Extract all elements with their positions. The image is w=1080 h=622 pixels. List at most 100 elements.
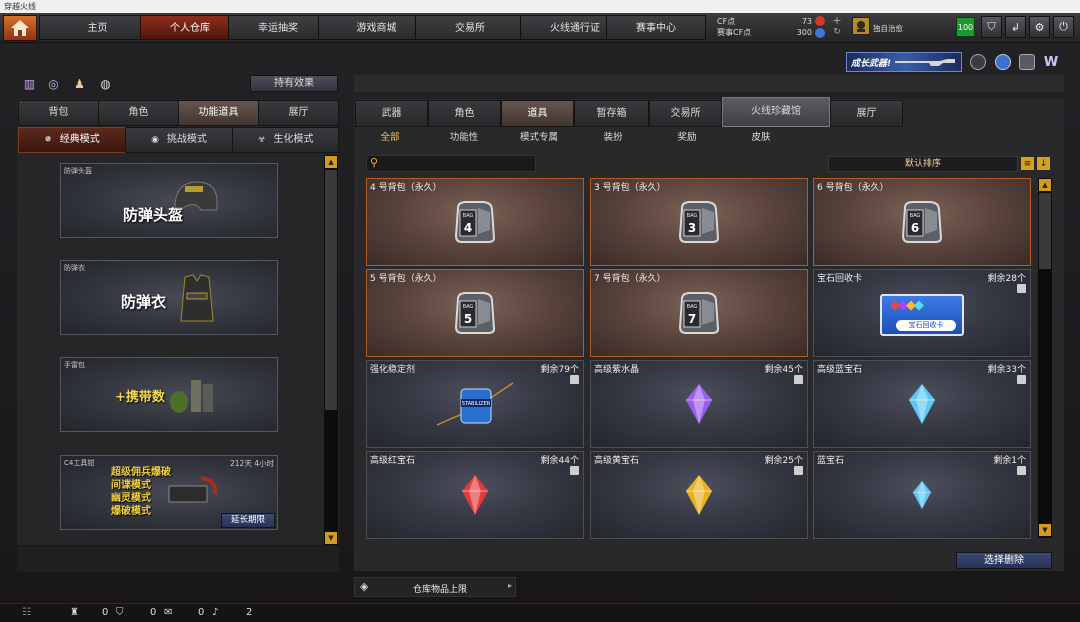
item-remaining: 剩余33个 [987, 365, 1026, 375]
tab-exchange[interactable]: 交易所 [415, 15, 525, 40]
growth-weapon-banner[interactable]: 成长武器! [846, 52, 962, 72]
item-grenade-pack[interactable]: 手雷包 +携带数 [60, 357, 278, 432]
status-bar: ☷ ♜ 0 ⛉ 0 ✉ 0 ♪ 2 [0, 603, 1080, 622]
badge-icon-3[interactable] [1019, 54, 1035, 70]
rank-icon [857, 21, 865, 32]
item-big-label: +携带数 [115, 390, 165, 405]
lock-icon[interactable] [1017, 284, 1026, 293]
right-tab-weapons[interactable]: 武器 [355, 100, 428, 127]
inventory-item-card[interactable]: 高级蓝宝石 剩余33个 [813, 360, 1031, 448]
inventory-item-card[interactable]: 3 号背包（永久） BAG 3 [590, 178, 808, 266]
list-icon[interactable]: ☷ [22, 607, 31, 618]
extend-button[interactable]: 延长期限 [221, 513, 275, 528]
mode-classic-label: 经典模式 [59, 134, 100, 145]
item-caption: 手雷包 [64, 361, 85, 369]
tab-home[interactable]: 主页 [39, 15, 156, 40]
select-delete-button[interactable]: 选择删除 [956, 552, 1052, 569]
username[interactable]: 独自治愈 [873, 23, 903, 34]
target-icon[interactable]: ◎ [46, 76, 61, 91]
lock-icon[interactable] [1017, 375, 1026, 384]
item-name: 7 号背包（永久） [594, 274, 666, 284]
badge-icon-4[interactable]: W [1043, 54, 1059, 70]
refresh-icon[interactable]: ↻ [832, 27, 842, 37]
svg-text:BAG: BAG [687, 213, 698, 219]
subtab-mode-exclusive[interactable]: 模式专属 [510, 128, 568, 148]
sort-select[interactable]: 默认排序 [828, 156, 1018, 172]
right-scroll-thumb[interactable] [1039, 193, 1051, 269]
inventory-item-card[interactable]: 5 号背包（永久） BAG 5 [366, 269, 584, 357]
item-helmet[interactable]: 防弹头盔 防弹头盔 [60, 163, 278, 238]
right-scroll-down-arrow[interactable]: ▼ [1039, 524, 1051, 536]
inventory-item-card[interactable]: 高级黄宝石 剩余25个 [590, 451, 808, 539]
badge-icon-1[interactable] [970, 54, 986, 70]
search-input[interactable] [383, 157, 531, 170]
grenade-icon [170, 380, 213, 413]
left-tab-function-items[interactable]: 功能道具 [178, 100, 259, 126]
inventory-item-card[interactable]: 高级红宝石 剩余44个 [366, 451, 584, 539]
add-cf-icon[interactable]: + [832, 14, 842, 27]
left-tab-backpack[interactable]: 背包 [18, 100, 99, 126]
badge-icon-2[interactable] [995, 54, 1011, 70]
lock-icon[interactable] [1017, 466, 1026, 475]
lock-icon[interactable] [794, 466, 803, 475]
item-c4-pliers[interactable]: C4工具钳 212天 4小时 超级佣兵爆破 间谍模式 幽灵模式 爆破模式 延长期… [60, 455, 278, 530]
vest-icon [180, 274, 214, 322]
stats-icon[interactable]: ▥ [22, 76, 37, 91]
right-tab-temp-box[interactable]: 暂存箱 [574, 100, 649, 127]
shield-button[interactable]: ⛉ [981, 16, 1002, 38]
avatar[interactable] [852, 17, 870, 35]
right-tab-collection[interactable]: 火线珍藏馆 [722, 97, 830, 127]
right-tab-exchange[interactable]: 交易所 [649, 100, 722, 127]
speaker-icon[interactable]: ♪ [212, 607, 218, 618]
inventory-item-card[interactable]: 蓝宝石 剩余1个 [813, 451, 1031, 539]
capacity-arrow-icon[interactable]: ▸ [508, 581, 512, 590]
bag-icon[interactable]: ◍ [98, 76, 113, 91]
chat-icon[interactable]: ✉ [164, 607, 172, 618]
bag-6-icon: BAG 6 [899, 200, 945, 248]
sort-direction-icon[interactable]: ↓ [1037, 157, 1050, 170]
mode-challenge[interactable]: ◉ 挑战模式 [125, 127, 233, 153]
item-name: 蓝宝石 [817, 456, 845, 466]
subtab-skin[interactable]: 皮肤 [735, 128, 787, 148]
list-view-icon[interactable]: ≡ [1021, 157, 1034, 170]
item-name: 6 号背包（永久） [817, 183, 889, 193]
capacity-bar: ◈ 仓库物品上限 ▸ [354, 577, 516, 597]
lock-icon[interactable] [794, 375, 803, 384]
right-tab-character[interactable]: 角色 [428, 100, 501, 127]
character-icon[interactable]: ♟ [72, 76, 87, 91]
subtab-functional[interactable]: 功能性 [438, 128, 490, 148]
settings-button[interactable]: ⚙ [1029, 16, 1050, 38]
inventory-item-card[interactable]: 高级紫水晶 剩余45个 [590, 360, 808, 448]
svg-text:BAG: BAG [463, 213, 474, 219]
inventory-item-card[interactable]: 7 号背包（永久） BAG 7 [590, 269, 808, 357]
tab-lucky-draw[interactable]: 幸运抽奖 [228, 15, 328, 40]
mode-classic[interactable]: ✵ 经典模式 [18, 127, 126, 153]
subtab-all[interactable]: 全部 [364, 128, 416, 148]
tab-personal-storage[interactable]: 个人仓库 [140, 15, 240, 40]
bag-number: 3 [688, 221, 696, 235]
mode-zombie[interactable]: ☣ 生化模式 [232, 127, 339, 153]
scroll-down-arrow[interactable]: ▼ [325, 532, 337, 544]
bag-number: 6 [911, 221, 919, 235]
return-button[interactable]: ↲ [1005, 16, 1026, 38]
left-tab-character[interactable]: 角色 [98, 100, 179, 126]
right-tab-items[interactable]: 道具 [501, 100, 574, 127]
lock-icon[interactable] [570, 466, 579, 475]
item-vest[interactable]: 防弹衣 防弹衣 [60, 260, 278, 335]
inventory-item-card[interactable]: 宝石回收卡 剩余28个 ◆◆◆◆ 宝石回收卡 [813, 269, 1031, 357]
right-scroll-up-arrow[interactable]: ▲ [1039, 179, 1051, 191]
home-button[interactable] [3, 15, 37, 41]
inventory-item-card[interactable]: 强化稳定剂 剩余79个 STABILIZER [366, 360, 584, 448]
subtab-outfit[interactable]: 装扮 [587, 128, 639, 148]
left-scroll-thumb[interactable] [325, 170, 337, 410]
inventory-item-card[interactable]: 4 号背包（永久） BAG 4 [366, 178, 584, 266]
power-button[interactable]: ⏻ [1053, 16, 1074, 38]
tab-events[interactable]: 赛事中心 [606, 15, 706, 40]
effects-button[interactable]: 持有效果 [250, 75, 338, 92]
scroll-up-arrow[interactable]: ▲ [325, 156, 337, 168]
subtab-reward[interactable]: 奖励 [661, 128, 713, 148]
left-tab-showroom[interactable]: 展厅 [258, 100, 339, 126]
lock-icon[interactable] [570, 375, 579, 384]
inventory-item-card[interactable]: 6 号背包（永久） BAG 6 [813, 178, 1031, 266]
right-tab-showroom[interactable]: 展厅 [830, 100, 903, 127]
